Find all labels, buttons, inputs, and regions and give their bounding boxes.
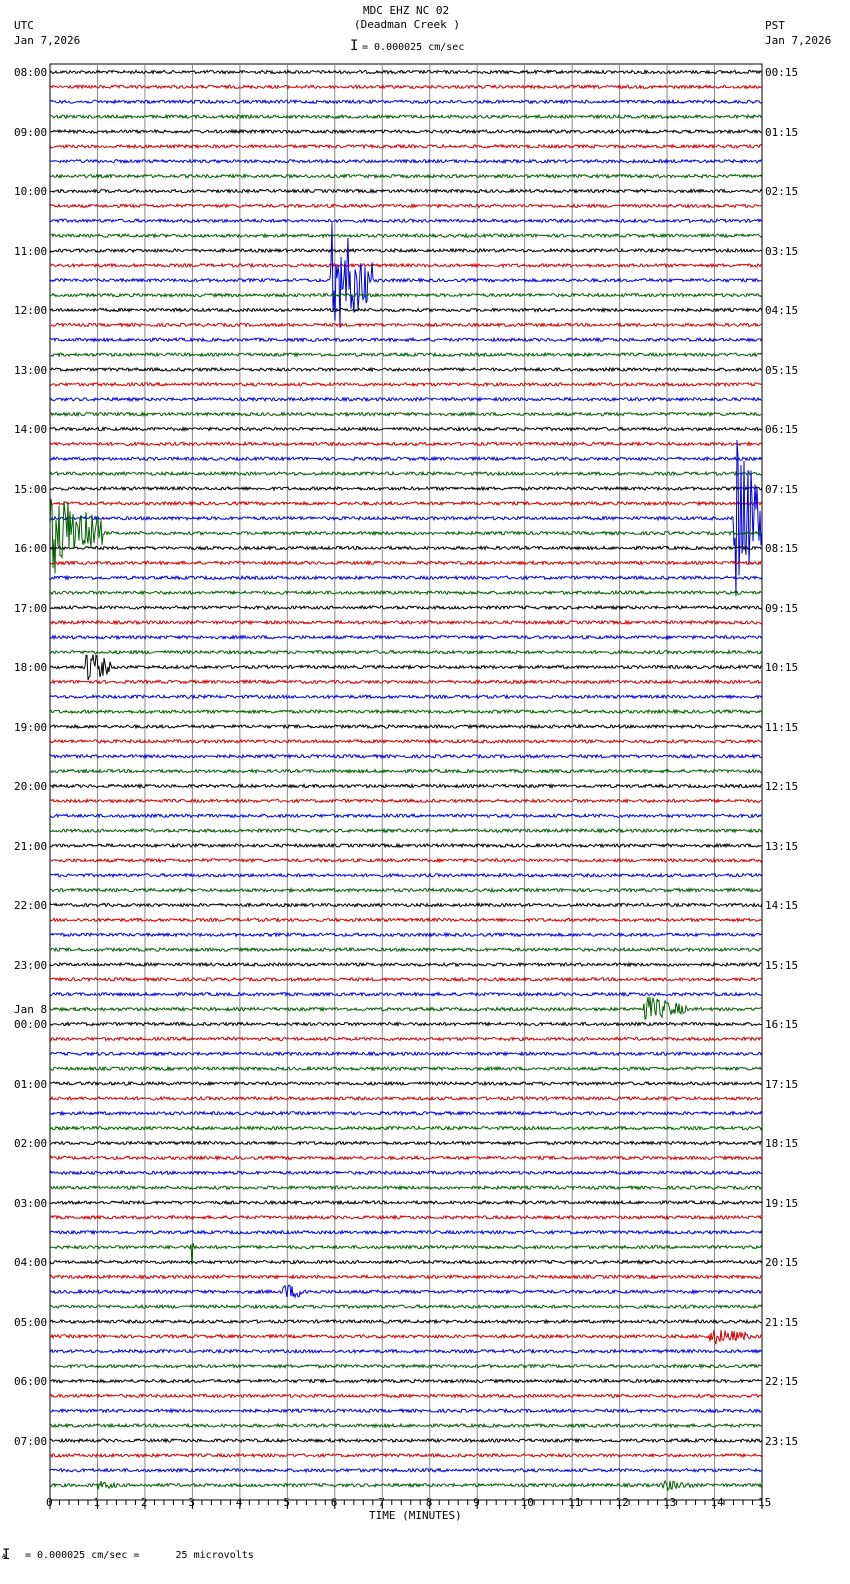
trace-76 bbox=[49, 1199, 763, 1206]
trace-30 bbox=[49, 440, 763, 597]
trace-46 bbox=[49, 753, 763, 760]
trace-11 bbox=[50, 232, 763, 239]
trace-18 bbox=[49, 336, 763, 343]
trace-21 bbox=[49, 381, 762, 388]
trace-68 bbox=[49, 1080, 763, 1087]
trace-55 bbox=[49, 886, 763, 894]
trace-28 bbox=[49, 485, 763, 492]
trace-45 bbox=[49, 738, 763, 745]
trace-41 bbox=[49, 678, 763, 685]
trace-19 bbox=[49, 351, 763, 358]
trace-74 bbox=[49, 1169, 763, 1176]
trace-36 bbox=[49, 604, 763, 611]
trace-43 bbox=[50, 708, 763, 715]
trace-44 bbox=[49, 723, 763, 730]
trace-65 bbox=[49, 1035, 763, 1042]
trace-32 bbox=[49, 545, 763, 552]
trace-56 bbox=[49, 901, 763, 908]
trace-57 bbox=[49, 916, 763, 923]
trace-3 bbox=[49, 113, 763, 120]
trace-59 bbox=[49, 946, 763, 953]
trace-62 bbox=[50, 991, 763, 998]
trace-34 bbox=[49, 574, 763, 581]
trace-48 bbox=[49, 782, 763, 790]
trace-75 bbox=[49, 1184, 763, 1191]
trace-9 bbox=[49, 202, 763, 209]
trace-84 bbox=[49, 1318, 763, 1325]
trace-38 bbox=[49, 634, 763, 641]
trace-73 bbox=[49, 1154, 763, 1162]
trace-63 bbox=[49, 996, 763, 1021]
trace-23 bbox=[49, 411, 763, 418]
trace-29 bbox=[49, 500, 763, 507]
trace-15 bbox=[50, 292, 763, 299]
trace-66 bbox=[49, 1050, 763, 1057]
trace-49 bbox=[49, 797, 763, 804]
trace-58 bbox=[49, 931, 763, 938]
trace-40 bbox=[49, 654, 763, 681]
helicorder: MDC EHZ NC 02 (Deadman Creek ) UTC Jan 7… bbox=[0, 0, 850, 1584]
trace-70 bbox=[49, 1110, 763, 1117]
trace-61 bbox=[49, 976, 763, 983]
trace-33 bbox=[49, 559, 763, 567]
trace-78 bbox=[49, 1229, 763, 1236]
trace-86 bbox=[49, 1348, 763, 1355]
trace-77 bbox=[49, 1214, 763, 1221]
trace-67 bbox=[49, 1065, 763, 1072]
trace-80 bbox=[49, 1259, 763, 1265]
trace-50 bbox=[49, 812, 763, 819]
trace-93 bbox=[49, 1452, 763, 1459]
trace-81 bbox=[49, 1273, 763, 1280]
trace-27 bbox=[49, 470, 763, 477]
trace-14 bbox=[49, 222, 763, 328]
trace-1 bbox=[49, 83, 763, 90]
trace-4 bbox=[49, 128, 763, 135]
trace-10 bbox=[49, 217, 763, 224]
trace-91 bbox=[49, 1422, 763, 1429]
trace-8 bbox=[49, 187, 763, 194]
trace-5 bbox=[49, 143, 763, 150]
trace-54 bbox=[49, 872, 763, 879]
seismogram-plot bbox=[49, 63, 763, 1509]
trace-92 bbox=[49, 1437, 763, 1444]
trace-47 bbox=[49, 768, 763, 775]
trace-64 bbox=[49, 1021, 763, 1028]
trace-51 bbox=[49, 827, 763, 834]
trace-89 bbox=[49, 1392, 763, 1399]
trace-39 bbox=[49, 648, 763, 656]
trace-85 bbox=[49, 1329, 763, 1345]
trace-17 bbox=[49, 321, 763, 328]
trace-53 bbox=[49, 857, 763, 864]
trace-95 bbox=[49, 1479, 763, 1491]
trace-6 bbox=[49, 158, 763, 165]
trace-20 bbox=[49, 366, 763, 373]
trace-37 bbox=[49, 619, 763, 626]
trace-24 bbox=[49, 425, 763, 433]
trace-12 bbox=[49, 247, 763, 254]
trace-26 bbox=[49, 455, 763, 462]
trace-22 bbox=[49, 396, 763, 403]
trace-71 bbox=[49, 1125, 763, 1132]
trace-7 bbox=[49, 173, 763, 180]
trace-88 bbox=[49, 1377, 763, 1384]
trace-2 bbox=[49, 98, 763, 105]
trace-52 bbox=[49, 842, 763, 849]
trace-69 bbox=[49, 1095, 763, 1102]
trace-94 bbox=[49, 1467, 763, 1474]
trace-83 bbox=[49, 1303, 763, 1310]
trace-42 bbox=[49, 693, 763, 700]
trace-25 bbox=[49, 440, 763, 448]
trace-82 bbox=[49, 1284, 763, 1300]
trace-13 bbox=[49, 262, 763, 269]
trace-72 bbox=[49, 1140, 763, 1147]
trace-0 bbox=[49, 68, 763, 76]
trace-16 bbox=[49, 306, 763, 314]
trace-35 bbox=[49, 589, 763, 596]
trace-60 bbox=[49, 961, 763, 968]
trace-87 bbox=[49, 1362, 763, 1370]
trace-90 bbox=[49, 1407, 762, 1414]
